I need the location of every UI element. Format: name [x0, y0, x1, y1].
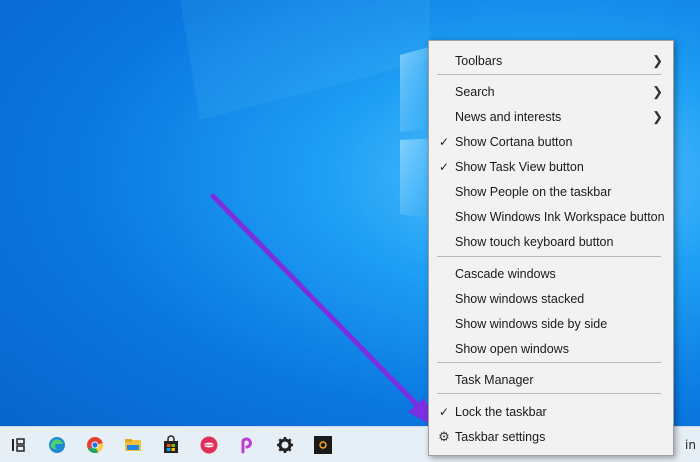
picsart-icon[interactable]: [228, 427, 266, 462]
menu-item-label: Search: [455, 84, 495, 99]
menu-item-label: Task Manager: [455, 372, 534, 387]
settings-icon[interactable]: [266, 427, 304, 462]
menu-item-taskbar-settings[interactable]: ⚙ Taskbar settings: [429, 424, 673, 449]
chrome-icon[interactable]: [76, 427, 114, 462]
menu-item-label: Show windows stacked: [455, 291, 585, 306]
checkmark-icon: ✓: [438, 404, 450, 419]
checkmark-icon: ✓: [438, 159, 450, 174]
menu-item-task-manager[interactable]: Task Manager: [429, 367, 673, 392]
menu-item-label: Show People on the taskbar: [455, 184, 612, 199]
menu-item-show-touch-keyboard-button[interactable]: Show touch keyboard button: [429, 229, 673, 254]
menu-separator: [437, 393, 661, 394]
menu-item-label: Show Windows Ink Workspace button: [455, 209, 665, 224]
menu-item-label: Taskbar settings: [455, 429, 546, 444]
menu-item-show-task-view-button[interactable]: ✓ Show Task View button: [429, 154, 673, 179]
taskbar-context-menu: Toolbars ❯ Search ❯ News and interests ❯ ✓ Show…: [428, 40, 674, 456]
chevron-right-icon: ❯: [652, 52, 663, 68]
store-icon[interactable]: [152, 427, 190, 462]
menu-item-label: Toolbars: [455, 53, 503, 68]
menu-item-show-windows-stacked[interactable]: Show windows stacked: [429, 286, 673, 311]
lips-app-icon[interactable]: [190, 427, 228, 462]
menu-item-label: Show open windows: [455, 341, 569, 356]
menu-item-label: News and interests: [455, 109, 562, 124]
menu-item-label: Show Cortana button: [455, 134, 573, 149]
menu-item-show-open-windows[interactable]: Show open windows: [429, 336, 673, 361]
menu-item-show-people-on-the-taskbar[interactable]: Show People on the taskbar: [429, 179, 673, 204]
menu-item-label: Cascade windows: [455, 266, 556, 281]
menu-item-label: Show Task View button: [455, 159, 584, 174]
menu-item-lock-the-taskbar[interactable]: ✓ Lock the taskbar: [429, 399, 673, 424]
task-view-icon[interactable]: [0, 427, 38, 462]
menu-item-show-windows-ink-workspace-button[interactable]: Show Windows Ink Workspace button: [429, 204, 673, 229]
menu-item-cascade-windows[interactable]: Cascade windows: [429, 261, 673, 286]
file-explorer-icon[interactable]: [114, 427, 152, 462]
menu-item-show-windows-side-by-side[interactable]: Show windows side by side: [429, 311, 673, 336]
camera-app-icon[interactable]: [304, 427, 342, 462]
menu-item-show-cortana-button[interactable]: ✓ Show Cortana button: [429, 129, 673, 154]
menu-item-toolbars[interactable]: Toolbars ❯: [429, 48, 673, 73]
menu-separator: [437, 362, 661, 363]
menu-item-label: Show windows side by side: [455, 316, 608, 331]
taskbar-tray-text: in: [685, 437, 696, 452]
menu-item-label: Lock the taskbar: [455, 404, 547, 419]
menu-item-news-and-interests[interactable]: News and interests ❯: [429, 104, 673, 129]
menu-separator: [437, 256, 661, 257]
menu-separator: [437, 74, 661, 75]
menu-item-search[interactable]: Search ❯: [429, 79, 673, 104]
chevron-right-icon: ❯: [652, 108, 663, 124]
edge-icon[interactable]: [38, 427, 76, 462]
menu-item-label: Show touch keyboard button: [455, 234, 614, 249]
checkmark-icon: ✓: [438, 134, 450, 149]
chevron-right-icon: ❯: [652, 83, 663, 99]
gear-icon: ⚙: [438, 428, 450, 444]
